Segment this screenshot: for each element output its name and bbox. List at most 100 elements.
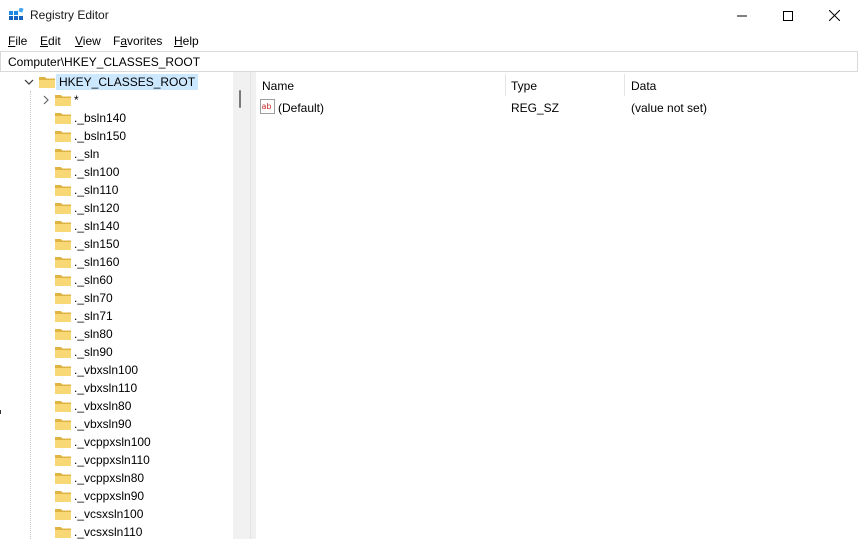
folder-icon: [55, 311, 71, 322]
tree-item-label: ._vcppxsln110: [74, 453, 150, 467]
menu-help-accel: H: [174, 34, 183, 48]
tree-item[interactable]: ._sln100: [38, 163, 228, 181]
menu-file-label: ile: [15, 34, 28, 48]
tree-item[interactable]: ._vcppxsln110: [38, 451, 228, 469]
folder-icon: [55, 203, 71, 214]
tree-item[interactable]: ._sln70: [38, 289, 228, 307]
folder-icon: [55, 167, 71, 178]
tree-item-label: ._vcppxsln80: [74, 471, 145, 485]
tree-item-label: ._sln100: [74, 165, 120, 179]
tree-item[interactable]: ._vcsxsln110: [38, 523, 228, 541]
menu-view[interactable]: View: [75, 34, 101, 48]
tree-guide-line: [30, 91, 31, 539]
minimize-icon: [737, 15, 747, 16]
tree-item-label: ._sln150: [74, 237, 120, 251]
tree-item[interactable]: ._vbxsln80: [38, 397, 228, 415]
folder-icon: [39, 77, 55, 88]
menu-file[interactable]: File: [8, 34, 27, 48]
values-list[interactable]: [256, 72, 858, 539]
tree-scrollbar[interactable]: [233, 72, 250, 539]
tree-item[interactable]: *: [38, 91, 228, 109]
tree-item-label: ._vcsxsln100: [74, 507, 144, 521]
folder-icon: [55, 437, 71, 448]
value-name[interactable]: (Default): [278, 101, 324, 115]
tree-item[interactable]: ._sln150: [38, 235, 228, 253]
tree-item-label: ._sln120: [74, 201, 120, 215]
tree-item-label: ._sln160: [74, 255, 120, 269]
svg-text:ab: ab: [262, 102, 272, 111]
tree-item-label: ._vbxsln100: [74, 363, 139, 377]
tree-root-label: HKEY_CLASSES_ROOT: [56, 74, 199, 90]
tree-item[interactable]: ._sln60: [38, 271, 228, 289]
tree-item-label: ._vbxsln80: [74, 399, 132, 413]
address-bar[interactable]: Computer\HKEY_CLASSES_ROOT: [0, 51, 858, 72]
folder-icon: [55, 491, 71, 502]
tree-item-label: ._sln60: [74, 273, 113, 287]
folder-icon: [55, 131, 71, 142]
tree-item[interactable]: ._bsln150: [38, 127, 228, 145]
folder-icon: [55, 419, 71, 430]
folder-icon: [55, 401, 71, 412]
tree-item-label: ._sln80: [74, 327, 113, 341]
column-header-name[interactable]: Name: [262, 79, 294, 93]
tree-item[interactable]: ._vcppxsln90: [38, 487, 228, 505]
tree-item[interactable]: ._sln160: [38, 253, 228, 271]
tree-item[interactable]: ._sln140: [38, 217, 228, 235]
tree-item-label: ._vcsxsln110: [74, 525, 143, 539]
registry-editor-icon: [9, 8, 24, 20]
tree-item-label: ._vcppxsln100: [74, 435, 151, 449]
value-data: (value not set): [631, 101, 708, 115]
tree-item[interactable]: ._sln120: [38, 199, 228, 217]
menu-view-label: iew: [82, 34, 101, 48]
tree-item[interactable]: ._vcppxsln100: [38, 433, 228, 451]
minimize-button[interactable]: [719, 0, 765, 31]
tree-item-label: *: [74, 93, 79, 107]
folder-icon: [55, 509, 71, 520]
menu-favorites[interactable]: Favorites: [113, 34, 162, 48]
string-value-icon: ab: [260, 99, 275, 114]
close-button[interactable]: [811, 0, 857, 31]
window-title: Registry Editor: [30, 8, 109, 22]
tree-item[interactable]: ._sln110: [38, 181, 228, 199]
column-divider[interactable]: [624, 74, 625, 96]
tree-item[interactable]: ._sln71: [38, 307, 228, 325]
address-path[interactable]: Computer\HKEY_CLASSES_ROOT: [8, 55, 200, 69]
value-type: REG_SZ: [511, 101, 560, 115]
menu-help[interactable]: Help: [174, 34, 199, 48]
tree-item[interactable]: ._vcsxsln100: [38, 505, 228, 523]
tree-item[interactable]: ._vbxsln110: [38, 379, 228, 397]
folder-icon: [55, 113, 71, 124]
tree-item[interactable]: ._bsln140: [38, 109, 228, 127]
chevron-down-icon[interactable]: [24, 77, 34, 87]
menu-favorites-label: vorites: [127, 34, 163, 48]
tree-item[interactable]: ._vbxsln100: [38, 361, 228, 379]
folder-icon: [55, 221, 71, 232]
menu-edit-label: dit: [48, 34, 61, 48]
chevron-right-icon[interactable]: [41, 95, 51, 105]
folder-icon: [55, 329, 71, 340]
maximize-button[interactable]: [765, 0, 811, 31]
tree-item-label: ._vcppxsln90: [74, 489, 145, 503]
tree-item-label: ._sln: [74, 147, 100, 161]
tree-item[interactable]: ._vbxsln90: [38, 415, 228, 433]
tree-item-label: ._bsln140: [74, 111, 127, 125]
tree-scrollbar-thumb[interactable]: [239, 90, 241, 108]
folder-icon: [55, 383, 71, 394]
folder-icon: [55, 95, 71, 106]
tree-item-label: ._sln90: [74, 345, 113, 359]
tree-item[interactable]: ._sln90: [38, 343, 228, 361]
folder-icon: [55, 365, 71, 376]
folder-icon: [55, 347, 71, 358]
tree-item[interactable]: ._vcppxsln80: [38, 469, 228, 487]
tree-item-label: ._bsln150: [74, 129, 127, 143]
tree-root-item[interactable]: HKEY_CLASSES_ROOT: [20, 73, 220, 91]
column-header-data[interactable]: Data: [631, 79, 656, 93]
menu-edit[interactable]: Edit: [40, 34, 61, 48]
folder-icon: [55, 239, 71, 250]
column-divider[interactable]: [505, 74, 506, 96]
folder-icon: [55, 293, 71, 304]
tree-item[interactable]: ._sln: [38, 145, 228, 163]
tree-item[interactable]: ._sln80: [38, 325, 228, 343]
tree-item-label: ._sln71: [74, 309, 113, 323]
column-header-type[interactable]: Type: [511, 79, 537, 93]
